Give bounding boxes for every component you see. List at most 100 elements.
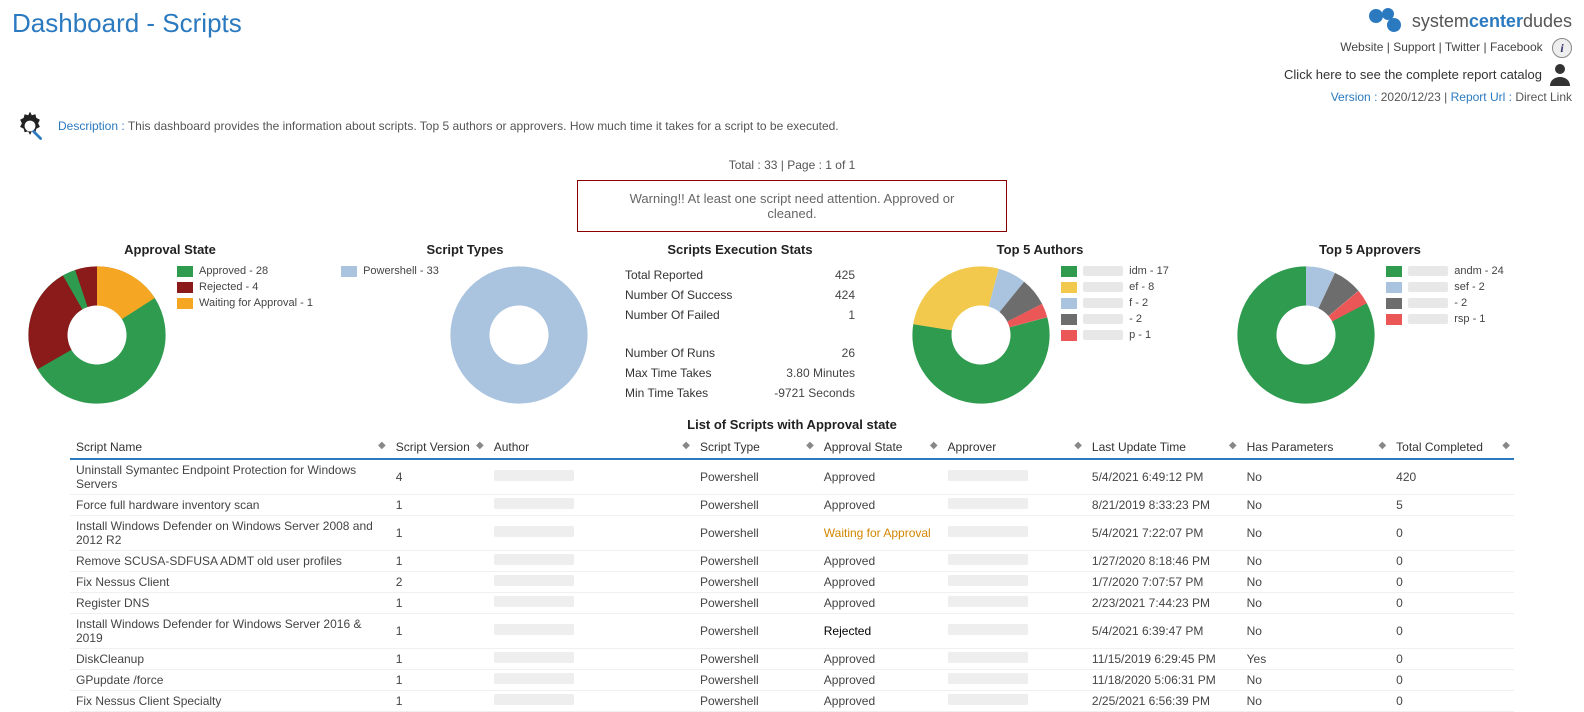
link-support[interactable]: Support (1393, 40, 1435, 54)
sort-icon[interactable]: ◆ (806, 440, 814, 451)
table-cell: Fix Nessus Client (70, 572, 390, 593)
redacted-text (948, 596, 1028, 607)
table-cell: Powershell (694, 572, 818, 593)
chart-title-top-approvers: Top 5 Approvers (1319, 242, 1421, 257)
table-cell: Approved (818, 649, 942, 670)
legend-item: Rejected - 4 (177, 281, 313, 293)
table-cell: 0 (1390, 572, 1514, 593)
col-header[interactable]: Approver◆ (942, 436, 1086, 459)
table-cell: 0 (1390, 649, 1514, 670)
legend-item: p - 1 (1061, 329, 1169, 341)
sort-icon[interactable]: ◆ (476, 440, 484, 451)
table-cell (488, 516, 694, 551)
link-facebook[interactable]: Facebook (1490, 40, 1543, 54)
redacted-text (494, 575, 574, 586)
table-cell (488, 459, 694, 495)
chart-title-top-authors: Top 5 Authors (997, 242, 1084, 257)
redacted-text (1408, 298, 1448, 308)
redacted-text (494, 624, 574, 635)
table-row[interactable]: Force full hardware inventory scan1Power… (70, 495, 1514, 516)
pager: Total : 33 | Page : 1 of 1 (0, 158, 1584, 172)
stats-value: 424 (785, 288, 855, 302)
table-cell: Remove SCUSA-SDFUSA ADMT old user profil… (70, 551, 390, 572)
table-cell: 0 (1390, 691, 1514, 712)
table-row[interactable]: Uninstall Symantec Endpoint Protection f… (70, 459, 1514, 495)
table-cell: Approved (818, 593, 942, 614)
person-icon (1548, 62, 1572, 86)
donut-script-types (449, 265, 589, 405)
table-row[interactable]: GPupdate /force1PowershellApproved11/18/… (70, 670, 1514, 691)
table-row[interactable]: Fix Nessus Client2PowershellApproved1/7/… (70, 572, 1514, 593)
legend-swatch (341, 266, 357, 277)
table-cell: 0 (1390, 516, 1514, 551)
col-header-label: Script Name (76, 440, 142, 454)
col-header[interactable]: Approval State ◆ (818, 436, 942, 459)
redacted-text (1083, 314, 1123, 324)
table-cell: 5/4/2021 7:22:07 PM (1086, 516, 1241, 551)
table-cell: Fix Nessus Client Specialty (70, 691, 390, 712)
col-header-label: Script Version (396, 440, 470, 454)
legend-item: andm - 24 (1386, 265, 1504, 277)
sort-icon[interactable]: ◆ (1074, 440, 1082, 451)
table-row[interactable]: Register DNS1PowershellApproved2/23/2021… (70, 593, 1514, 614)
table-row[interactable]: Remove SCUSA-SDFUSA ADMT old user profil… (70, 551, 1514, 572)
col-header[interactable]: Script Name ◆ (70, 436, 390, 459)
table-cell: 2/23/2021 7:44:23 PM (1086, 593, 1241, 614)
sort-icon[interactable]: ◆ (682, 440, 690, 451)
table-cell: 11/18/2020 5:06:31 PM (1086, 670, 1241, 691)
sort-icon[interactable]: ◆ (1502, 440, 1510, 451)
col-header[interactable]: Script Type ◆ (694, 436, 818, 459)
table-row[interactable]: DiskCleanup1PowershellApproved11/15/2019… (70, 649, 1514, 670)
chart-title-exec-stats: Scripts Execution Stats (667, 242, 812, 257)
report-url-link[interactable]: Direct Link (1515, 90, 1572, 104)
table-cell: Install Windows Defender on Windows Serv… (70, 516, 390, 551)
table-cell: No (1241, 614, 1391, 649)
redacted-text (948, 624, 1028, 635)
link-website[interactable]: Website (1340, 40, 1383, 54)
legend-label: f - 2 (1129, 297, 1148, 309)
info-icon[interactable]: i (1552, 38, 1572, 58)
sort-icon[interactable]: ◆ (1229, 440, 1237, 451)
col-header-label: Script Type (700, 440, 760, 454)
legend-swatch (1061, 266, 1077, 277)
logo-icon (1366, 8, 1406, 34)
col-header[interactable]: Script Version ◆ (390, 436, 488, 459)
table-cell (488, 614, 694, 649)
col-header[interactable]: Has Parameters◆ (1241, 436, 1391, 459)
table-cell: Waiting for Approval (818, 516, 942, 551)
col-header[interactable]: Total Completed◆ (1390, 436, 1514, 459)
legend-label: andm - 24 (1454, 265, 1504, 277)
table-cell: 8/21/2019 8:33:23 PM (1086, 495, 1241, 516)
table-cell (942, 691, 1086, 712)
col-header-label: Last Update Time (1092, 440, 1186, 454)
sort-icon[interactable]: ◆ (1378, 440, 1386, 451)
col-header[interactable]: Author◆ (488, 436, 694, 459)
warning-banner: Warning!! At least one script need atten… (577, 180, 1007, 232)
table-row[interactable]: Fix Nessus Client Specialty1PowershellAp… (70, 691, 1514, 712)
table-cell: 1 (390, 551, 488, 572)
table-cell: Install Windows Defender for Windows Ser… (70, 614, 390, 649)
legend-item: Waiting for Approval - 1 (177, 297, 313, 309)
redacted-text (948, 652, 1028, 663)
table-cell: 5/4/2021 6:39:47 PM (1086, 614, 1241, 649)
sort-icon[interactable]: ◆ (378, 440, 386, 451)
table-cell: 1 (390, 614, 488, 649)
sort-icon[interactable]: ◆ (930, 440, 938, 451)
donut-top-approvers (1236, 265, 1376, 405)
legend-item: ef - 8 (1061, 281, 1169, 293)
table-row[interactable]: Install Windows Defender for Windows Ser… (70, 614, 1514, 649)
redacted-text (494, 498, 574, 509)
legend-swatch (1061, 330, 1077, 341)
exec-stats: Total Reported425Number Of Success424Num… (625, 265, 855, 403)
col-header[interactable]: Last Update Time ◆ (1086, 436, 1241, 459)
table-row[interactable]: Install Windows Defender on Windows Serv… (70, 516, 1514, 551)
link-twitter[interactable]: Twitter (1445, 40, 1480, 54)
stats-label: Min Time Takes (625, 386, 774, 400)
col-header-label: Approval State (824, 440, 903, 454)
table-cell: Powershell (694, 670, 818, 691)
table-cell: 1 (390, 670, 488, 691)
stats-label: Number Of Failed (625, 308, 785, 322)
table-cell (488, 670, 694, 691)
table-cell: Force full hardware inventory scan (70, 495, 390, 516)
catalog-link[interactable]: Click here to see the complete report ca… (1284, 62, 1572, 86)
